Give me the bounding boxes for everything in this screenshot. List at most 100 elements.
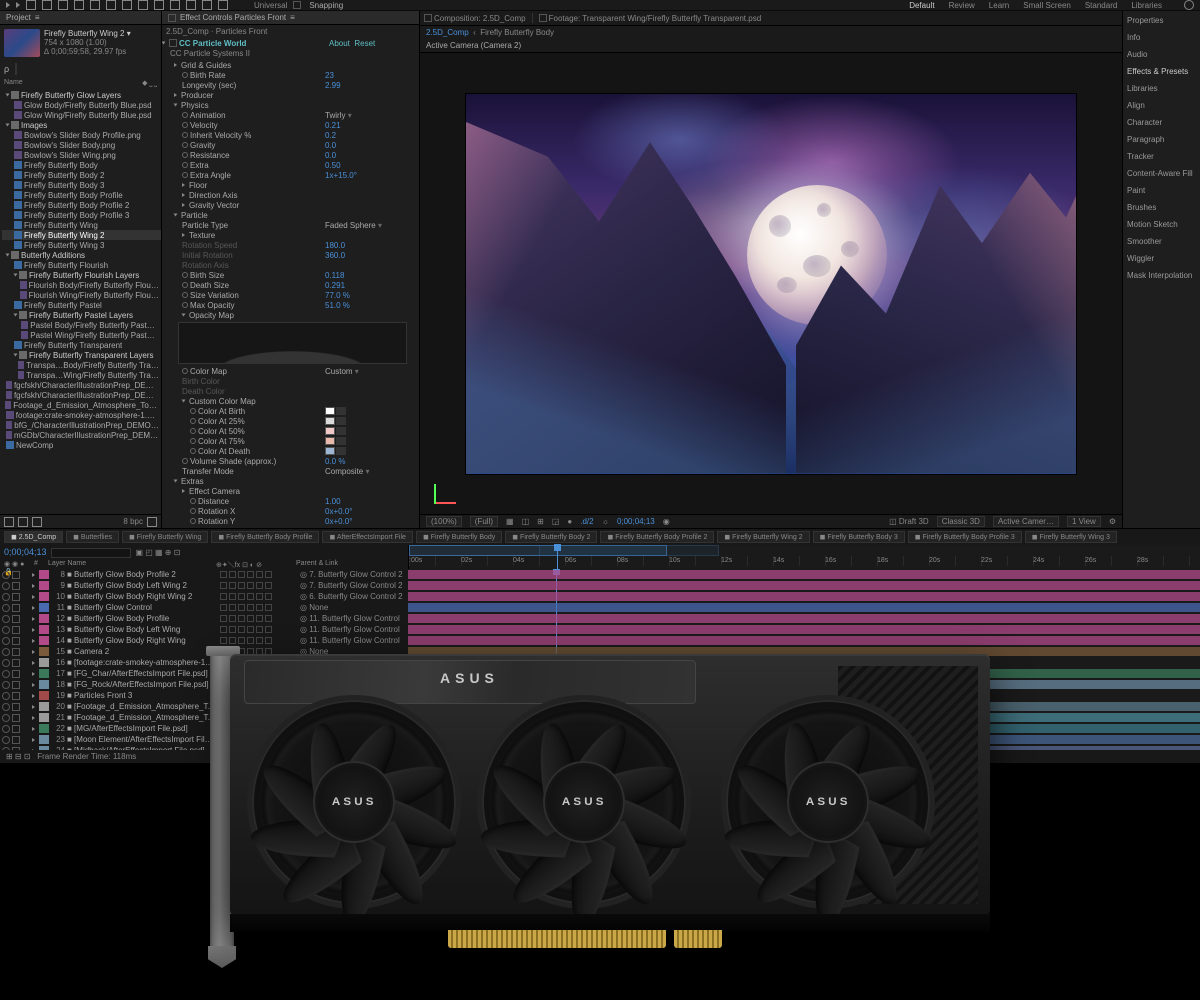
- project-search-input[interactable]: [15, 63, 17, 75]
- solo-toggle[interactable]: [12, 604, 20, 612]
- composition-breadcrumb[interactable]: 2.5D_Comp ‹ Firefly Butterfly Body: [420, 26, 1122, 39]
- timeline-tab[interactable]: ◼ Firefly Butterfly Body Profile: [211, 531, 319, 543]
- timeline-tab[interactable]: ◼ Firefly Butterfly Wing 2: [717, 531, 809, 543]
- project-item[interactable]: Glow Body/Firefly Butterfly Blue.psd: [2, 100, 161, 110]
- new-comp-icon[interactable]: [4, 517, 14, 527]
- panel-effects-presets[interactable]: Effects & Presets: [1127, 66, 1196, 77]
- solo-toggle[interactable]: [12, 714, 20, 722]
- visibility-toggle[interactable]: [2, 736, 10, 744]
- solo-toggle[interactable]: [12, 648, 20, 656]
- pan-behind-tool-icon[interactable]: [90, 0, 100, 10]
- home-icon[interactable]: [6, 2, 10, 8]
- effect-prop[interactable]: Birth Color: [166, 376, 415, 386]
- fx-lock-icon[interactable]: [168, 14, 176, 22]
- timeline-tab[interactable]: ◼ Firefly Butterfly Wing 3: [1025, 531, 1117, 543]
- draft3d-toggle[interactable]: ◫ Draft 3D: [889, 517, 929, 526]
- shape-tool-icon[interactable]: [106, 0, 116, 10]
- workspace-learn[interactable]: Learn: [989, 1, 1009, 10]
- tl-toggle-icon[interactable]: ▣ ◰ ▦ ⊕ ⊡: [135, 548, 180, 557]
- project-item[interactable]: Pastel Body/Firefly Butterfly Pastel.psd: [2, 320, 161, 330]
- effect-prop[interactable]: Initial Rotation360.0: [166, 250, 415, 260]
- 3d-renderer-dropdown[interactable]: Classic 3D: [937, 516, 985, 527]
- comp-tab[interactable]: Composition: 2.5D_Comp: [434, 14, 526, 23]
- project-item[interactable]: NewComp: [2, 440, 161, 450]
- project-tree[interactable]: Firefly Butterfly Glow LayersGlow Body/F…: [0, 90, 161, 514]
- project-item[interactable]: Bowlow's Slider Wing.png: [2, 150, 161, 160]
- panel-mask-interpolation[interactable]: Mask Interpolation: [1127, 270, 1196, 281]
- layer-row[interactable]: 10■ Butterfly Glow Body Right Wing 2◎ 6.…: [0, 591, 408, 602]
- effect-prop[interactable]: Color At Birth: [166, 406, 415, 416]
- visibility-toggle[interactable]: [2, 637, 10, 645]
- project-item[interactable]: Bowlow's Slider Body.png: [2, 140, 161, 150]
- layer-row[interactable]: 8■ Butterfly Glow Body Profile 2◎ 7. But…: [0, 569, 408, 580]
- panel-tracker[interactable]: Tracker: [1127, 151, 1196, 162]
- fx-enable-checkbox[interactable]: [169, 39, 177, 47]
- effect-prop[interactable]: Color At 75%: [166, 436, 415, 446]
- panel-paragraph[interactable]: Paragraph: [1127, 134, 1196, 145]
- project-item[interactable]: Firefly Butterfly Wing 3: [2, 240, 161, 250]
- panel-character[interactable]: Character: [1127, 117, 1196, 128]
- roto-tool-icon[interactable]: [202, 0, 212, 10]
- project-tab[interactable]: Project ≡: [0, 11, 161, 25]
- name-column[interactable]: Name: [4, 79, 23, 88]
- eraser-tool-icon[interactable]: [186, 0, 196, 10]
- visibility-toggle[interactable]: [2, 703, 10, 711]
- visibility-toggle[interactable]: [2, 648, 10, 656]
- effect-prop[interactable]: Gravity0.0: [166, 140, 415, 150]
- camera-tool-icon[interactable]: [74, 0, 84, 10]
- effect-prop[interactable]: Extras: [166, 476, 415, 486]
- visibility-toggle[interactable]: [2, 692, 10, 700]
- comp-lock-icon[interactable]: [424, 14, 432, 22]
- preview-range[interactable]: [539, 545, 719, 556]
- snapping-checkbox[interactable]: [293, 1, 301, 9]
- project-item[interactable]: Butterfly Additions: [2, 250, 161, 260]
- puppet-tool-icon[interactable]: [218, 0, 228, 10]
- solo-toggle[interactable]: [12, 725, 20, 733]
- project-item[interactable]: Firefly Butterfly Body Profile: [2, 190, 161, 200]
- project-item[interactable]: fgcfskh/CharacterIllustrationPrep_DEMO_……: [2, 390, 161, 400]
- effect-prop[interactable]: Color At 50%: [166, 426, 415, 436]
- effect-prop[interactable]: Grid & Guides: [166, 60, 415, 70]
- effect-prop[interactable]: Opacity Map: [166, 310, 415, 320]
- visibility-toggle[interactable]: [2, 571, 10, 579]
- effect-prop[interactable]: Volume Shade (approx.)0.0 %: [166, 456, 415, 466]
- timeline-tab[interactable]: ◼ AfterEffectsImport File: [322, 531, 412, 543]
- views-dropdown[interactable]: 1 View: [1067, 516, 1101, 527]
- current-timecode[interactable]: 0;00;04;13: [4, 547, 47, 557]
- reset-link[interactable]: Reset: [354, 39, 375, 48]
- project-item[interactable]: Firefly Butterfly Pastel Layers: [2, 310, 161, 320]
- timeline-tab[interactable]: ◼ Firefly Butterfly Body Profile 3: [908, 531, 1022, 543]
- effect-prop[interactable]: Velocity0.21: [166, 120, 415, 130]
- effect-prop[interactable]: Custom Color Map: [166, 396, 415, 406]
- axis-gizmo[interactable]: [434, 482, 456, 504]
- solo-toggle[interactable]: [12, 670, 20, 678]
- track-row[interactable]: [408, 580, 1200, 591]
- universal-label[interactable]: Universal: [254, 1, 287, 10]
- project-item[interactable]: Pastel Wing/Firefly Butterfly Pastel.psd: [2, 330, 161, 340]
- visibility-toggle[interactable]: [2, 615, 10, 623]
- panel-wiggler[interactable]: Wiggler: [1127, 253, 1196, 264]
- fx-name[interactable]: CC Particle World: [179, 39, 246, 48]
- project-item[interactable]: Transpa…Body/Firefly Butterfly Transpare…: [2, 360, 161, 370]
- project-item[interactable]: Firefly Butterfly Body Profile 2: [2, 200, 161, 210]
- project-item[interactable]: Firefly Butterfly Wing 2: [2, 230, 161, 240]
- timeline-tab[interactable]: ◼ Firefly Butterfly Wing: [122, 531, 208, 543]
- zoom-dropdown[interactable]: (100%): [426, 516, 462, 527]
- project-item[interactable]: Firefly Butterfly Wing: [2, 220, 161, 230]
- workspace-standard[interactable]: Standard: [1085, 1, 1117, 10]
- interpret-icon[interactable]: [32, 517, 42, 527]
- mask-icon[interactable]: ◫: [522, 517, 530, 526]
- effect-prop[interactable]: Death Color: [166, 386, 415, 396]
- timeline-tab[interactable]: ◼ Firefly Butterfly Body Profile 2: [600, 531, 714, 543]
- panel-brushes[interactable]: Brushes: [1127, 202, 1196, 213]
- effect-prop[interactable]: Extra0.50: [166, 160, 415, 170]
- trash-icon[interactable]: [147, 517, 157, 527]
- panel-content-aware-fill[interactable]: Content-Aware Fill: [1127, 168, 1196, 179]
- track-row[interactable]: [408, 591, 1200, 602]
- solo-toggle[interactable]: [12, 637, 20, 645]
- track-row[interactable]: [408, 613, 1200, 624]
- new-folder-icon[interactable]: [18, 517, 28, 527]
- project-item[interactable]: Firefly Butterfly Body 2: [2, 170, 161, 180]
- workspace-default[interactable]: Default: [909, 1, 934, 10]
- opacity-graph[interactable]: [178, 322, 407, 364]
